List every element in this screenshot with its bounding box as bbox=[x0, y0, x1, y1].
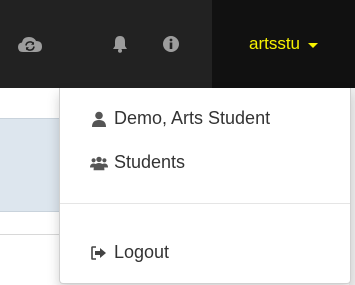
user-dropdown-menu: Demo, Arts Student Students Logout bbox=[59, 88, 351, 284]
dropdown-item-students[interactable]: Students bbox=[90, 152, 185, 173]
top-navbar: artsstu bbox=[0, 0, 355, 88]
user-icon bbox=[90, 110, 108, 128]
logout-label: Logout bbox=[114, 242, 170, 262]
sign-out-icon bbox=[90, 244, 108, 262]
dropdown-item-label: Students bbox=[114, 152, 186, 172]
info-icon[interactable] bbox=[157, 30, 185, 58]
user-menu-toggle[interactable]: artsstu bbox=[212, 0, 355, 88]
logout-link[interactable]: Logout bbox=[90, 242, 169, 263]
username-label: artsstu bbox=[248, 34, 301, 53]
cloud-sync-icon[interactable] bbox=[16, 30, 44, 58]
dropdown-divider bbox=[60, 203, 350, 204]
dropdown-item-label: Demo, Arts Student bbox=[114, 108, 271, 128]
users-icon bbox=[90, 154, 108, 172]
caret-down-icon bbox=[308, 42, 319, 48]
dropdown-item-profile[interactable]: Demo, Arts Student bbox=[90, 108, 270, 129]
bell-icon[interactable] bbox=[106, 30, 134, 58]
